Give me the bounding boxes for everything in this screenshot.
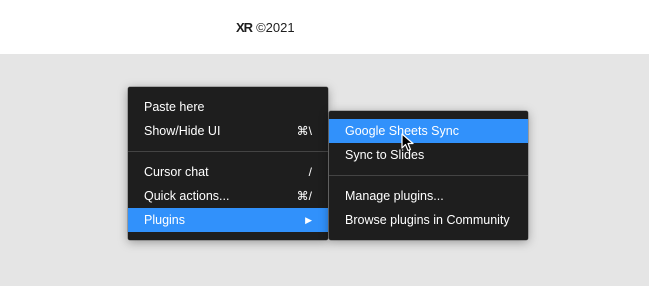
- menu-item-label: Plugins: [144, 213, 185, 227]
- menu-item-show-hide-ui[interactable]: Show/Hide UI ⌘\: [128, 119, 328, 143]
- plugins-submenu: Google Sheets Sync Sync to Slides Manage…: [329, 111, 528, 240]
- menu-divider: [128, 151, 328, 152]
- footer-credit: XR ©2021: [236, 18, 295, 36]
- menu-item-paste-here[interactable]: Paste here: [128, 95, 328, 119]
- menu-divider: [329, 175, 528, 176]
- menu-item-cursor-chat[interactable]: Cursor chat /: [128, 160, 328, 184]
- context-menu: Paste here Show/Hide UI ⌘\ Cursor chat /…: [128, 87, 328, 240]
- submenu-item-google-sheets-sync[interactable]: Google Sheets Sync: [329, 119, 528, 143]
- menu-item-label: Quick actions...: [144, 189, 230, 203]
- chevron-right-icon: ▶: [305, 214, 312, 225]
- copyright-text: ©2021: [256, 19, 295, 35]
- menu-item-shortcut: ⌘\: [296, 124, 312, 138]
- header-band: XR ©2021: [0, 0, 649, 54]
- menu-item-shortcut: /: [308, 165, 312, 179]
- menu-item-label: Paste here: [144, 100, 205, 114]
- menu-item-plugins[interactable]: Plugins ▶: [128, 208, 328, 232]
- menu-item-label: Show/Hide UI: [144, 124, 221, 138]
- menu-item-label: Manage plugins...: [345, 189, 444, 203]
- submenu-item-manage-plugins[interactable]: Manage plugins...: [329, 184, 528, 208]
- submenu-item-browse-plugins[interactable]: Browse plugins in Community: [329, 208, 528, 232]
- pointer-arrow-icon: [401, 133, 414, 152]
- logo: XR: [236, 19, 253, 35]
- menu-item-label: Cursor chat: [144, 165, 209, 179]
- submenu-item-sync-to-slides[interactable]: Sync to Slides: [329, 143, 528, 167]
- menu-item-quick-actions[interactable]: Quick actions... ⌘/: [128, 184, 328, 208]
- menu-item-label: Browse plugins in Community: [345, 213, 510, 227]
- menu-item-shortcut: ⌘/: [296, 189, 312, 203]
